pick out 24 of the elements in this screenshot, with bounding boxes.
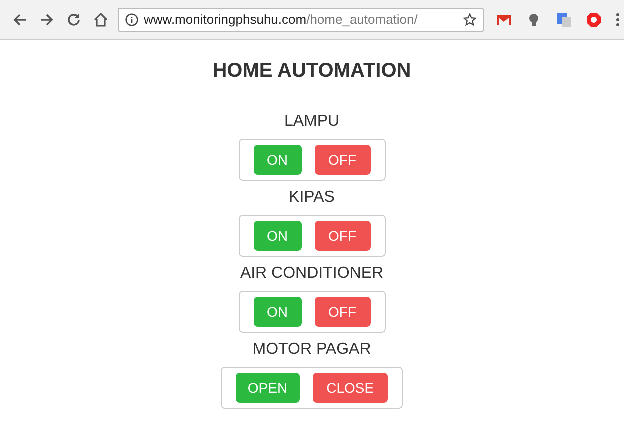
device-label: KIPAS bbox=[289, 189, 335, 207]
device-label: AIR CONDITIONER bbox=[240, 265, 384, 283]
menu-icon[interactable] bbox=[616, 12, 620, 28]
star-icon[interactable] bbox=[463, 12, 477, 26]
control-button[interactable]: ON bbox=[254, 145, 302, 175]
control-button[interactable]: OFF bbox=[314, 297, 370, 327]
control-button[interactable]: OPEN bbox=[236, 373, 300, 403]
forward-icon[interactable] bbox=[39, 12, 55, 28]
address-bar[interactable]: www.monitoringphsuhu.com/home_automation/ bbox=[118, 8, 484, 32]
device-label: MOTOR PAGAR bbox=[252, 341, 372, 359]
info-icon[interactable] bbox=[125, 12, 139, 26]
home-icon[interactable] bbox=[93, 12, 109, 28]
device-label: LAMPU bbox=[284, 113, 340, 131]
control-button[interactable]: ON bbox=[254, 297, 302, 327]
control-button[interactable]: ON bbox=[254, 221, 302, 251]
reload-icon[interactable] bbox=[66, 12, 82, 28]
back-icon[interactable] bbox=[12, 12, 28, 28]
control-button[interactable]: CLOSE bbox=[312, 373, 388, 403]
stop-sign-icon[interactable] bbox=[586, 12, 602, 28]
translate-icon[interactable] bbox=[556, 12, 572, 28]
control-button[interactable]: OFF bbox=[314, 145, 370, 175]
page-title: HOME AUTOMATION bbox=[212, 60, 412, 83]
url-text: www.monitoringphsuhu.com/home_automation/ bbox=[144, 12, 418, 27]
control-button[interactable]: OFF bbox=[314, 221, 370, 251]
